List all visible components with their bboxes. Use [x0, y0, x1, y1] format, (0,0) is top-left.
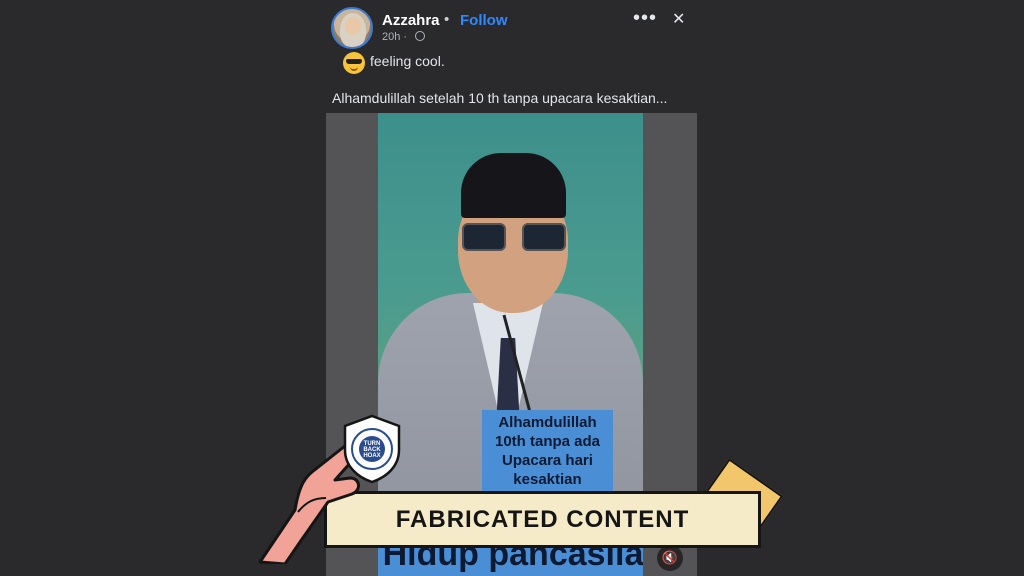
avatar-face — [345, 17, 361, 35]
author-avatar[interactable] — [331, 7, 373, 49]
sunglasses-left-lens — [462, 223, 506, 251]
video-overlay-caption: Alhamdulillah 10th tanpa ada Upacara har… — [482, 410, 613, 492]
author-name[interactable]: Azzahra — [382, 12, 440, 29]
cool-emoji-icon — [343, 52, 365, 74]
svg-text:HOAX: HOAX — [363, 453, 380, 459]
overlay-line-2: 10th tanpa ada — [494, 433, 601, 450]
feeling-text: feeling cool. — [370, 53, 445, 69]
post-caption[interactable]: Alhamdulillah setelah 10 th tanpa upacar… — [332, 90, 667, 106]
peci-cap — [461, 153, 566, 218]
fact-check-label: FABRICATED CONTENT — [395, 505, 690, 533]
overlay-line-4: kesaktian — [513, 471, 582, 488]
globe-icon — [415, 31, 425, 41]
follow-button[interactable]: Follow — [460, 12, 508, 29]
overlay-line-1: Alhamdulillah — [498, 414, 597, 431]
post-time[interactable]: 20h · — [382, 31, 407, 43]
overlay-line-3: Upacara hari — [502, 452, 593, 469]
fact-check-banner: FABRICATED CONTENT — [324, 491, 761, 548]
mafindo-shield-logo: TURN BACK HOAX — [343, 414, 401, 484]
sunglasses-right-lens — [522, 223, 566, 251]
sunglasses — [462, 223, 566, 253]
more-options-icon[interactable]: ••• — [633, 7, 657, 30]
name-separator: • — [444, 11, 450, 28]
close-icon[interactable]: ✕ — [672, 9, 685, 29]
mute-icon[interactable]: 🔇 — [657, 545, 683, 571]
facebook-post: Azzahra • Follow 20h · ••• ✕ feeling coo… — [0, 0, 1024, 576]
